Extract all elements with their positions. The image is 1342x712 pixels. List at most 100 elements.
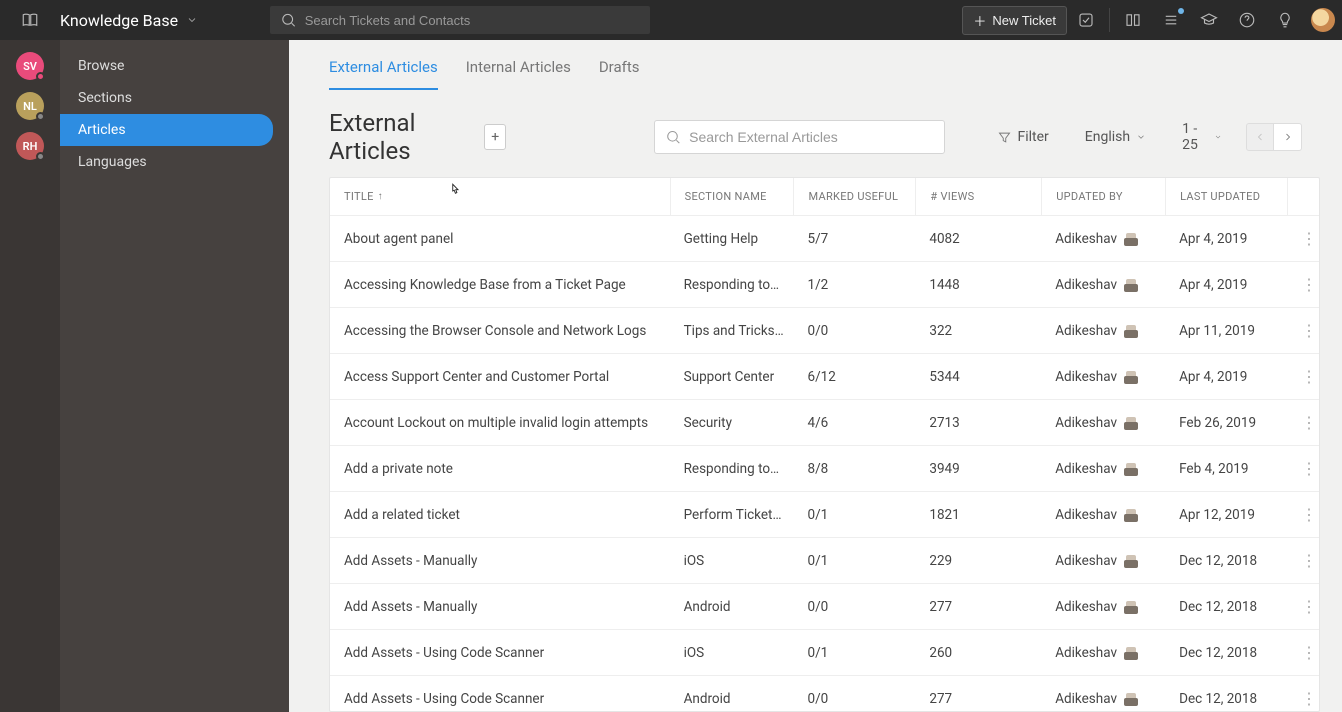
- cell-title: Add Assets - Using Code Scanner: [330, 691, 670, 707]
- cell-views: 322: [915, 323, 1041, 339]
- cell-last-updated: Feb 4, 2019: [1165, 461, 1287, 477]
- pager-range-text: 1 - 25: [1182, 121, 1210, 153]
- row-actions-button[interactable]: ⋮: [1301, 505, 1305, 524]
- cell-updated-by: Adikeshav: [1041, 369, 1165, 385]
- cell-views: 260: [915, 645, 1041, 661]
- tickets-icon-button[interactable]: [1152, 0, 1190, 40]
- theme-icon-button[interactable]: [1266, 0, 1304, 40]
- cell-title: Accessing the Browser Console and Networ…: [330, 323, 670, 339]
- sort-asc-icon: ↑: [378, 191, 383, 202]
- academy-icon-button[interactable]: [1190, 0, 1228, 40]
- cell-updated-by: Adikeshav: [1041, 323, 1165, 339]
- row-actions-button[interactable]: ⋮: [1301, 413, 1305, 432]
- language-selector[interactable]: English: [1085, 129, 1146, 145]
- table-row[interactable]: Add Assets - ManuallyAndroid0/0277Adikes…: [330, 584, 1319, 630]
- module-title[interactable]: Knowledge Base: [60, 11, 260, 30]
- row-actions-button[interactable]: ⋮: [1301, 689, 1305, 708]
- row-actions-button[interactable]: ⋮: [1301, 275, 1305, 294]
- open-book-icon: [1124, 11, 1142, 29]
- cell-last-updated: Feb 26, 2019: [1165, 415, 1287, 431]
- table-row[interactable]: Accessing Knowledge Base from a Ticket P…: [330, 262, 1319, 308]
- cell-last-updated: Apr 11, 2019: [1165, 323, 1287, 339]
- tab-internal-articles[interactable]: Internal Articles: [466, 58, 571, 90]
- presence-status-dot: [36, 72, 45, 81]
- articles-search-input[interactable]: [689, 129, 933, 145]
- tab-drafts[interactable]: Drafts: [599, 58, 640, 90]
- row-actions-button[interactable]: ⋮: [1301, 229, 1305, 248]
- presence-rh[interactable]: RH: [16, 132, 44, 160]
- chevron-down-icon: [1214, 132, 1222, 142]
- cell-useful: 0/1: [793, 507, 915, 523]
- sidebar-item-sections[interactable]: Sections: [60, 82, 273, 114]
- cell-last-updated: Dec 12, 2018: [1165, 645, 1287, 661]
- cell-section: Getting Help: [670, 231, 794, 247]
- cell-views: 1448: [915, 277, 1041, 293]
- filter-button[interactable]: Filter: [997, 129, 1049, 145]
- cell-last-updated: Apr 4, 2019: [1165, 231, 1287, 247]
- global-search[interactable]: [270, 6, 650, 34]
- cell-section: Android: [670, 599, 794, 615]
- cell-useful: 8/8: [793, 461, 915, 477]
- pager-next-button[interactable]: [1274, 123, 1302, 151]
- cell-section: iOS: [670, 645, 794, 661]
- table-row[interactable]: Access Support Center and Customer Porta…: [330, 354, 1319, 400]
- tab-external-articles[interactable]: External Articles: [329, 58, 438, 90]
- table-row[interactable]: Add Assets - ManuallyiOS0/1229AdikeshavD…: [330, 538, 1319, 584]
- pager-buttons: [1246, 123, 1302, 151]
- col-updated-by[interactable]: UPDATED BY: [1041, 178, 1165, 215]
- cell-section: Responding to…: [670, 277, 794, 293]
- row-actions-button[interactable]: ⋮: [1301, 459, 1305, 478]
- cell-title: Access Support Center and Customer Porta…: [330, 369, 670, 385]
- articles-table: TITLE↑ SECTION NAME MARKED USEFUL # VIEW…: [329, 177, 1320, 712]
- col-last-updated[interactable]: LAST UPDATED: [1165, 178, 1287, 215]
- table-row[interactable]: About agent panelGetting Help5/74082Adik…: [330, 216, 1319, 262]
- presence-sv[interactable]: SV: [16, 52, 44, 80]
- table-row[interactable]: Add Assets - Using Code ScanneriOS0/1260…: [330, 630, 1319, 676]
- cell-updated-by: Adikeshav: [1041, 277, 1165, 293]
- new-ticket-button[interactable]: ＋ New Ticket: [962, 6, 1067, 35]
- cake-icon: [1123, 369, 1139, 385]
- check-square-icon: [1077, 11, 1095, 29]
- content-tabs: External Articles Internal Articles Drafts: [289, 40, 1342, 91]
- col-useful[interactable]: MARKED USEFUL: [793, 178, 915, 215]
- approve-icon-button[interactable]: [1067, 0, 1105, 40]
- col-actions: [1287, 178, 1319, 215]
- row-actions-button[interactable]: ⋮: [1301, 643, 1305, 662]
- table-row[interactable]: Add a private noteResponding to…8/83949A…: [330, 446, 1319, 492]
- cell-last-updated: Apr 12, 2019: [1165, 507, 1287, 523]
- table-row[interactable]: Accessing the Browser Console and Networ…: [330, 308, 1319, 354]
- kb-icon-button[interactable]: [1114, 0, 1152, 40]
- cell-section: Tips and Tricks…: [670, 323, 794, 339]
- row-actions-button[interactable]: ⋮: [1301, 597, 1305, 616]
- table-row[interactable]: Add Assets - Using Code ScannerAndroid0/…: [330, 676, 1319, 712]
- sidebar-item-articles[interactable]: Articles: [60, 114, 273, 146]
- col-section[interactable]: SECTION NAME: [670, 178, 794, 215]
- global-search-input[interactable]: [305, 13, 640, 28]
- pager-range[interactable]: 1 - 25: [1182, 121, 1222, 153]
- sidebar-item-languages[interactable]: Languages: [60, 146, 273, 178]
- presence-nl[interactable]: NL: [16, 92, 44, 120]
- profile-menu[interactable]: [1304, 0, 1342, 40]
- help-icon-button[interactable]: [1228, 0, 1266, 40]
- book-icon: [21, 11, 39, 29]
- table-row[interactable]: Add a related ticketPerform Ticket…0/118…: [330, 492, 1319, 538]
- filter-icon: [997, 130, 1012, 145]
- cell-views: 2713: [915, 415, 1041, 431]
- cell-last-updated: Apr 4, 2019: [1165, 277, 1287, 293]
- cell-title: Account Lockout on multiple invalid logi…: [330, 415, 670, 431]
- row-actions-button[interactable]: ⋮: [1301, 551, 1305, 570]
- sidebar-item-browse[interactable]: Browse: [60, 50, 273, 82]
- row-actions-button[interactable]: ⋮: [1301, 367, 1305, 386]
- col-title[interactable]: TITLE↑: [330, 178, 670, 215]
- cell-updated-by: Adikeshav: [1041, 691, 1165, 707]
- col-views[interactable]: # VIEWS: [915, 178, 1041, 215]
- search-icon: [665, 128, 681, 146]
- table-row[interactable]: Account Lockout on multiple invalid logi…: [330, 400, 1319, 446]
- articles-search[interactable]: [654, 120, 945, 154]
- notification-dot: [1178, 8, 1184, 14]
- cell-useful: 6/12: [793, 369, 915, 385]
- row-actions-button[interactable]: ⋮: [1301, 321, 1305, 340]
- add-article-button[interactable]: +: [484, 124, 506, 150]
- cell-useful: 0/0: [793, 323, 915, 339]
- module-icon[interactable]: [0, 0, 60, 40]
